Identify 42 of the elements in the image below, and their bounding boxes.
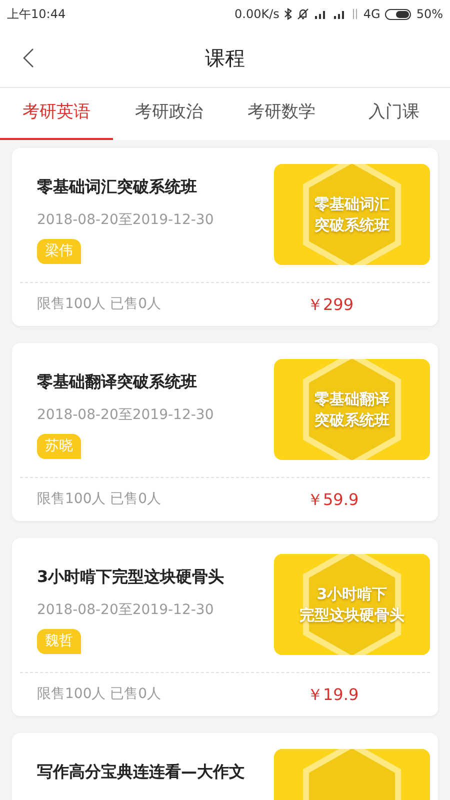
course-title: 零基础词汇突破系统班	[37, 176, 197, 198]
course-card[interactable]: 写作高分宝典连连看—大作文	[12, 733, 438, 800]
cover-text: 突破系统班	[314, 214, 390, 236]
course-price: ￥59.9	[307, 488, 359, 510]
bell-off-icon	[297, 8, 310, 20]
category-tab[interactable]: 考研英语	[0, 88, 112, 140]
cover-text: 3小时啃下	[316, 584, 388, 604]
course-dates: 2018-08-20至2019-12-30	[37, 211, 214, 230]
data-arrows-icon	[352, 8, 358, 20]
course-title: 零基础翻译突破系统班	[37, 371, 197, 393]
teacher-tag: 梁伟	[37, 239, 81, 264]
category-tab[interactable]: 考研政治	[112, 88, 225, 140]
hexagon-icon	[302, 359, 402, 460]
course-card[interactable]: 零基础翻译突破系统班 2018-08-20至2019-12-30 苏晓 零基础翻译 突破系统班 限售100人 已售0人 ￥59.9	[12, 343, 438, 521]
battery-icon	[385, 8, 412, 20]
course-title: 3小时啃下完型这块硬骨头	[37, 566, 224, 588]
bluetooth-icon	[284, 8, 292, 20]
chevron-left-icon	[22, 48, 34, 68]
teacher-tag: 苏晓	[37, 434, 81, 459]
category-tab[interactable]: 考研数学	[225, 88, 338, 140]
sales-quota: 限售100人 已售0人	[37, 295, 162, 314]
cover-text: 突破系统班	[314, 410, 390, 430]
cover-text: 零基础翻译	[314, 388, 390, 410]
course-dates: 2018-08-20至2019-12-30	[37, 601, 214, 620]
status-time: 上午10:44	[7, 6, 66, 23]
network-type: 4G	[363, 6, 380, 23]
cover-text: 零基础词汇	[314, 194, 390, 214]
sales-quota: 限售100人 已售0人	[37, 685, 162, 704]
battery-percent: 50%	[416, 6, 443, 23]
hexagon-icon	[302, 164, 402, 265]
course-title: 写作高分宝典连连看—大作文	[37, 761, 245, 783]
course-price: ￥19.9	[307, 684, 359, 706]
network-speed: 0.00K/s	[234, 6, 280, 23]
course-price: ￥299	[307, 294, 354, 316]
page-title: 课程	[205, 44, 245, 72]
teacher-tag: 魏哲	[37, 629, 81, 654]
course-card[interactable]: 零基础词汇突破系统班 2018-08-20至2019-12-30 梁伟 零基础词汇 突破系统班 限售100人 已售0人 ￥299	[12, 148, 438, 326]
category-tab[interactable]: 入门课	[338, 88, 450, 140]
course-card[interactable]: 3小时啃下完型这块硬骨头 2018-08-20至2019-12-30 魏哲 3小时啃下 完型这块硬骨头 限售100人 已售0人 ￥19.9	[12, 538, 438, 716]
sales-quota: 限售100人 已售0人	[37, 490, 162, 509]
course-dates: 2018-08-20至2019-12-30	[37, 406, 214, 425]
cover-text: 完型这块硬骨头	[300, 604, 404, 626]
